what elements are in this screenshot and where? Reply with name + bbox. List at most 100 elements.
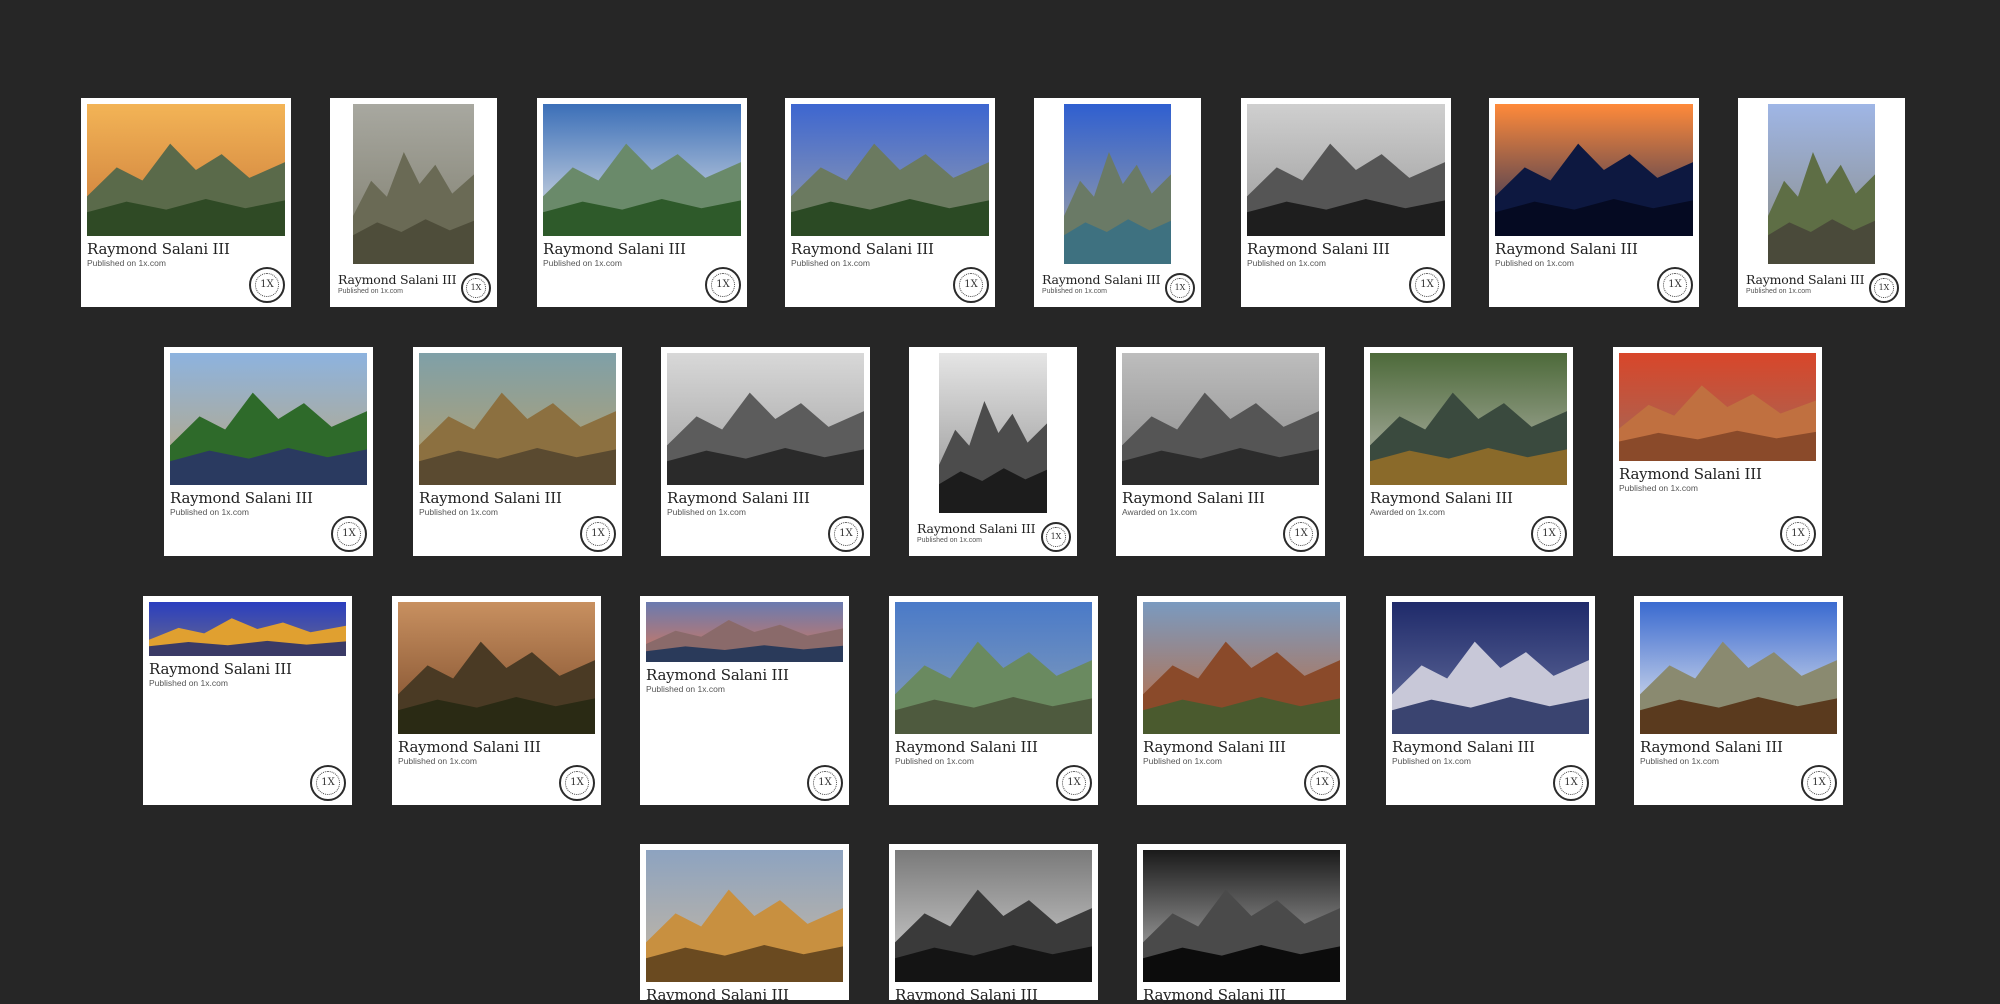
photo-card[interactable]: Raymond Salani III Published on 1x.com 1… (81, 98, 291, 307)
photo-card[interactable]: Raymond Salani III Published on 1x.com 1… (1738, 98, 1905, 307)
photographer-name[interactable]: Raymond Salani III (1143, 738, 1286, 756)
photo-thumbnail[interactable] (791, 104, 989, 236)
photo-card[interactable]: Raymond Salani III Published on 1x.com 1… (1034, 98, 1201, 307)
photo-thumbnail[interactable] (1392, 602, 1589, 734)
publication-status: Published on 1x.com (1746, 288, 1811, 295)
1x-seal-icon: 1X (1780, 516, 1816, 552)
publication-status: Published on 1x.com (149, 678, 228, 688)
photo-card[interactable]: Raymond Salani III Published on 1x.com 1… (909, 347, 1077, 556)
photo-thumbnail[interactable] (895, 850, 1092, 982)
photo-card[interactable]: Raymond Salani III Published on 1x.com 1… (537, 98, 747, 307)
photo-image (1143, 850, 1340, 982)
photographer-name[interactable]: Raymond Salani III (1370, 489, 1513, 507)
photo-collage-page: { "palettes": { "sunset": ["#f3b456", "#… (0, 0, 2000, 1004)
photo-thumbnail[interactable] (398, 602, 595, 734)
photo-thumbnail[interactable] (1143, 602, 1340, 734)
photo-thumbnail[interactable] (1370, 353, 1567, 485)
photo-image (1619, 353, 1816, 461)
photographer-name[interactable]: Raymond Salani III (1247, 240, 1390, 258)
photographer-name[interactable]: Raymond Salani III (419, 489, 562, 507)
photographer-name[interactable]: Raymond Salani III (667, 489, 810, 507)
photo-card[interactable]: Raymond Salani III Awarded on 1x.com 1X (1116, 347, 1325, 556)
photo-card[interactable]: Raymond Salani III Published on 1x.com 1… (1386, 596, 1595, 805)
photo-thumbnail[interactable] (1768, 104, 1875, 264)
1x-seal-icon: 1X (310, 765, 346, 801)
publication-status: Published on 1x.com (338, 288, 403, 295)
photographer-name[interactable]: Raymond Salani III (543, 240, 686, 258)
photo-card[interactable]: Raymond Salani III (889, 844, 1098, 1004)
photo-card[interactable]: Raymond Salani III Published on 1x.com 1… (1241, 98, 1451, 307)
photo-card[interactable]: Raymond Salani III Published on 1x.com 1… (164, 347, 373, 556)
photo-image (353, 104, 474, 264)
photo-thumbnail[interactable] (646, 850, 843, 982)
photo-thumbnail[interactable] (419, 353, 616, 485)
photographer-name[interactable]: Raymond Salani III (1619, 465, 1762, 483)
photo-card[interactable]: Raymond Salani III Published on 1x.com 1… (640, 596, 849, 805)
photographer-name[interactable]: Raymond Salani III (895, 986, 1038, 1004)
photo-card[interactable]: Raymond Salani III Published on 1x.com 1… (413, 347, 622, 556)
photographer-name[interactable]: Raymond Salani III (791, 240, 934, 258)
photo-thumbnail[interactable] (353, 104, 474, 264)
1x-seal-icon: 1X (1165, 273, 1195, 303)
photo-card[interactable]: Raymond Salani III Published on 1x.com 1… (392, 596, 601, 805)
photo-thumbnail[interactable] (1495, 104, 1693, 236)
photographer-name[interactable]: Raymond Salani III (1746, 272, 1865, 287)
photo-card[interactable]: Raymond Salani III Published on 1x.com 1… (143, 596, 352, 805)
photographer-name[interactable]: Raymond Salani III (87, 240, 230, 258)
photo-thumbnail[interactable] (149, 602, 346, 656)
photo-card[interactable]: Raymond Salani III Published on 1x.com 1… (661, 347, 870, 556)
photo-thumbnail[interactable] (667, 353, 864, 485)
1x-seal-icon: 1X (249, 267, 285, 303)
photo-image (895, 602, 1092, 734)
photographer-name[interactable]: Raymond Salani III (149, 660, 292, 678)
photographer-name[interactable]: Raymond Salani III (1495, 240, 1638, 258)
photographer-name[interactable]: Raymond Salani III (1392, 738, 1535, 756)
photographer-name[interactable]: Raymond Salani III (646, 666, 789, 684)
1x-seal-icon: 1X (331, 516, 367, 552)
photographer-name[interactable]: Raymond Salani III (1143, 986, 1286, 1004)
photo-thumbnail[interactable] (646, 602, 843, 662)
photo-card[interactable]: Raymond Salani III Published on 1x.com 1… (1489, 98, 1699, 307)
photo-thumbnail[interactable] (1619, 353, 1816, 461)
photo-card[interactable]: Raymond Salani III Published on 1x.com 1… (1137, 596, 1346, 805)
publication-status: Published on 1x.com (398, 756, 477, 766)
photographer-name[interactable]: Raymond Salani III (170, 489, 313, 507)
photo-image (149, 602, 346, 656)
photo-thumbnail[interactable] (1143, 850, 1340, 982)
photo-card[interactable]: Raymond Salani III (1137, 844, 1346, 1004)
photo-card[interactable]: Raymond Salani III (640, 844, 849, 1004)
publication-status: Published on 1x.com (791, 258, 870, 268)
photo-card[interactable]: Raymond Salani III Published on 1x.com 1… (1613, 347, 1822, 556)
publication-status: Published on 1x.com (87, 258, 166, 268)
photo-thumbnail[interactable] (895, 602, 1092, 734)
photo-thumbnail[interactable] (939, 353, 1047, 513)
photographer-name[interactable]: Raymond Salani III (646, 986, 789, 1004)
photo-image (170, 353, 367, 485)
photographer-name[interactable]: Raymond Salani III (917, 521, 1036, 536)
1x-seal-icon: 1X (1531, 516, 1567, 552)
publication-status: Published on 1x.com (1619, 483, 1698, 493)
photo-image (646, 850, 843, 982)
photo-card[interactable]: Raymond Salani III Awarded on 1x.com 1X (1364, 347, 1573, 556)
photo-thumbnail[interactable] (87, 104, 285, 236)
photo-thumbnail[interactable] (170, 353, 367, 485)
photo-card[interactable]: Raymond Salani III Published on 1x.com 1… (330, 98, 497, 307)
photographer-name[interactable]: Raymond Salani III (1640, 738, 1783, 756)
photo-thumbnail[interactable] (543, 104, 741, 236)
photographer-name[interactable]: Raymond Salani III (895, 738, 1038, 756)
1x-seal-icon: 1X (1553, 765, 1589, 801)
publication-status: Published on 1x.com (170, 507, 249, 517)
photographer-name[interactable]: Raymond Salani III (398, 738, 541, 756)
photographer-name[interactable]: Raymond Salani III (1042, 272, 1161, 287)
photographer-name[interactable]: Raymond Salani III (1122, 489, 1265, 507)
photo-card[interactable]: Raymond Salani III Published on 1x.com 1… (1634, 596, 1843, 805)
photo-thumbnail[interactable] (1064, 104, 1171, 264)
photo-thumbnail[interactable] (1247, 104, 1445, 236)
photo-thumbnail[interactable] (1122, 353, 1319, 485)
photo-card[interactable]: Raymond Salani III Published on 1x.com 1… (889, 596, 1098, 805)
photo-card[interactable]: Raymond Salani III Published on 1x.com 1… (785, 98, 995, 307)
publication-status: Awarded on 1x.com (1122, 507, 1197, 517)
photo-image (543, 104, 741, 236)
photographer-name[interactable]: Raymond Salani III (338, 272, 457, 287)
photo-thumbnail[interactable] (1640, 602, 1837, 734)
